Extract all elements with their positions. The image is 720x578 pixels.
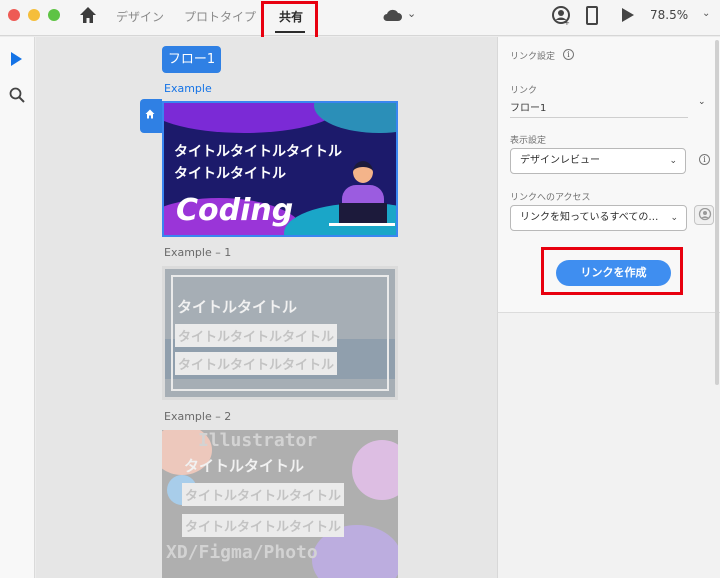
display-settings-label: 表示設定 [510,136,547,146]
flow-start-button[interactable]: フロー1 [162,46,221,73]
link-label: リンク [510,86,538,96]
artboard-example-1[interactable]: タイトルタイトル タイトルタイトルタイトル タイトルタイトルタイトル [162,266,398,400]
share-tab-highlight [261,1,318,41]
display-settings-dropdown[interactable]: デザインレビュー ⌄ [510,148,686,174]
title-bar: デザイン プロトタイプ 共有 ⌄ + 78.5% ⌄ [0,0,720,36]
tool-sidebar [0,37,35,578]
chevron-down-icon: ⌄ [669,156,677,166]
artboard-example-2[interactable]: Illustrator タイトルタイトル タイトルタイトルタイトル タイトルタイ… [162,430,398,578]
svg-text:+: + [564,19,570,26]
close-window-button[interactable] [8,9,20,21]
laptop-illustration [339,203,387,223]
info-icon[interactable]: i [699,154,710,165]
link-access-label: リンクへのアクセス [510,193,591,203]
panel-empty-area [497,312,720,578]
link-select[interactable]: フロー1 [510,99,546,114]
select-tool-icon[interactable] [11,52,22,66]
design-canvas[interactable]: フロー1 Example タイトルタイトルタイトル タイトルタイトル Codin… [36,37,497,578]
mobile-preview-icon[interactable] [586,6,598,25]
create-link-highlight [541,247,683,295]
link-access-dropdown[interactable]: リンクを知っているすべての… ⌄ [510,205,687,231]
tab-prototype[interactable]: プロトタイプ [184,8,256,25]
tab-design[interactable]: デザイン [116,8,164,25]
artboard-big-text: Coding [176,193,294,228]
info-icon[interactable]: i [563,49,574,60]
chevron-down-icon: ⌄ [670,213,678,223]
user-add-icon[interactable]: + [552,6,570,26]
cloud-icon[interactable] [382,8,402,22]
panel-scrollbar[interactable] [715,40,719,385]
artboard-title[interactable]: Example [164,82,212,95]
artboard-title[interactable]: Example – 2 [164,410,231,423]
home-icon[interactable] [79,6,97,24]
maximize-window-button[interactable] [48,9,60,21]
artboard-example[interactable]: タイトルタイトルタイトル タイトルタイトル Coding [162,101,398,237]
chevron-down-icon[interactable]: ⌄ [698,97,706,107]
zoom-level[interactable]: 78.5% [650,8,688,22]
home-icon [145,109,155,119]
user-icon [698,208,712,221]
link-settings-label: リンク設定 [510,52,556,62]
search-icon[interactable] [9,87,25,103]
home-artboard-tag[interactable] [140,99,162,133]
artboard-title[interactable]: Example – 1 [164,246,231,259]
person-illustration [353,161,373,183]
minimize-window-button[interactable] [28,9,40,21]
artboard-heading: タイトルタイトルタイトル タイトルタイトル [174,144,342,182]
invite-user-button[interactable] [694,205,714,225]
play-icon[interactable] [622,8,634,22]
chevron-down-icon[interactable]: ⌄ [407,7,416,20]
zoom-chevron-icon[interactable]: ⌄ [702,8,710,19]
